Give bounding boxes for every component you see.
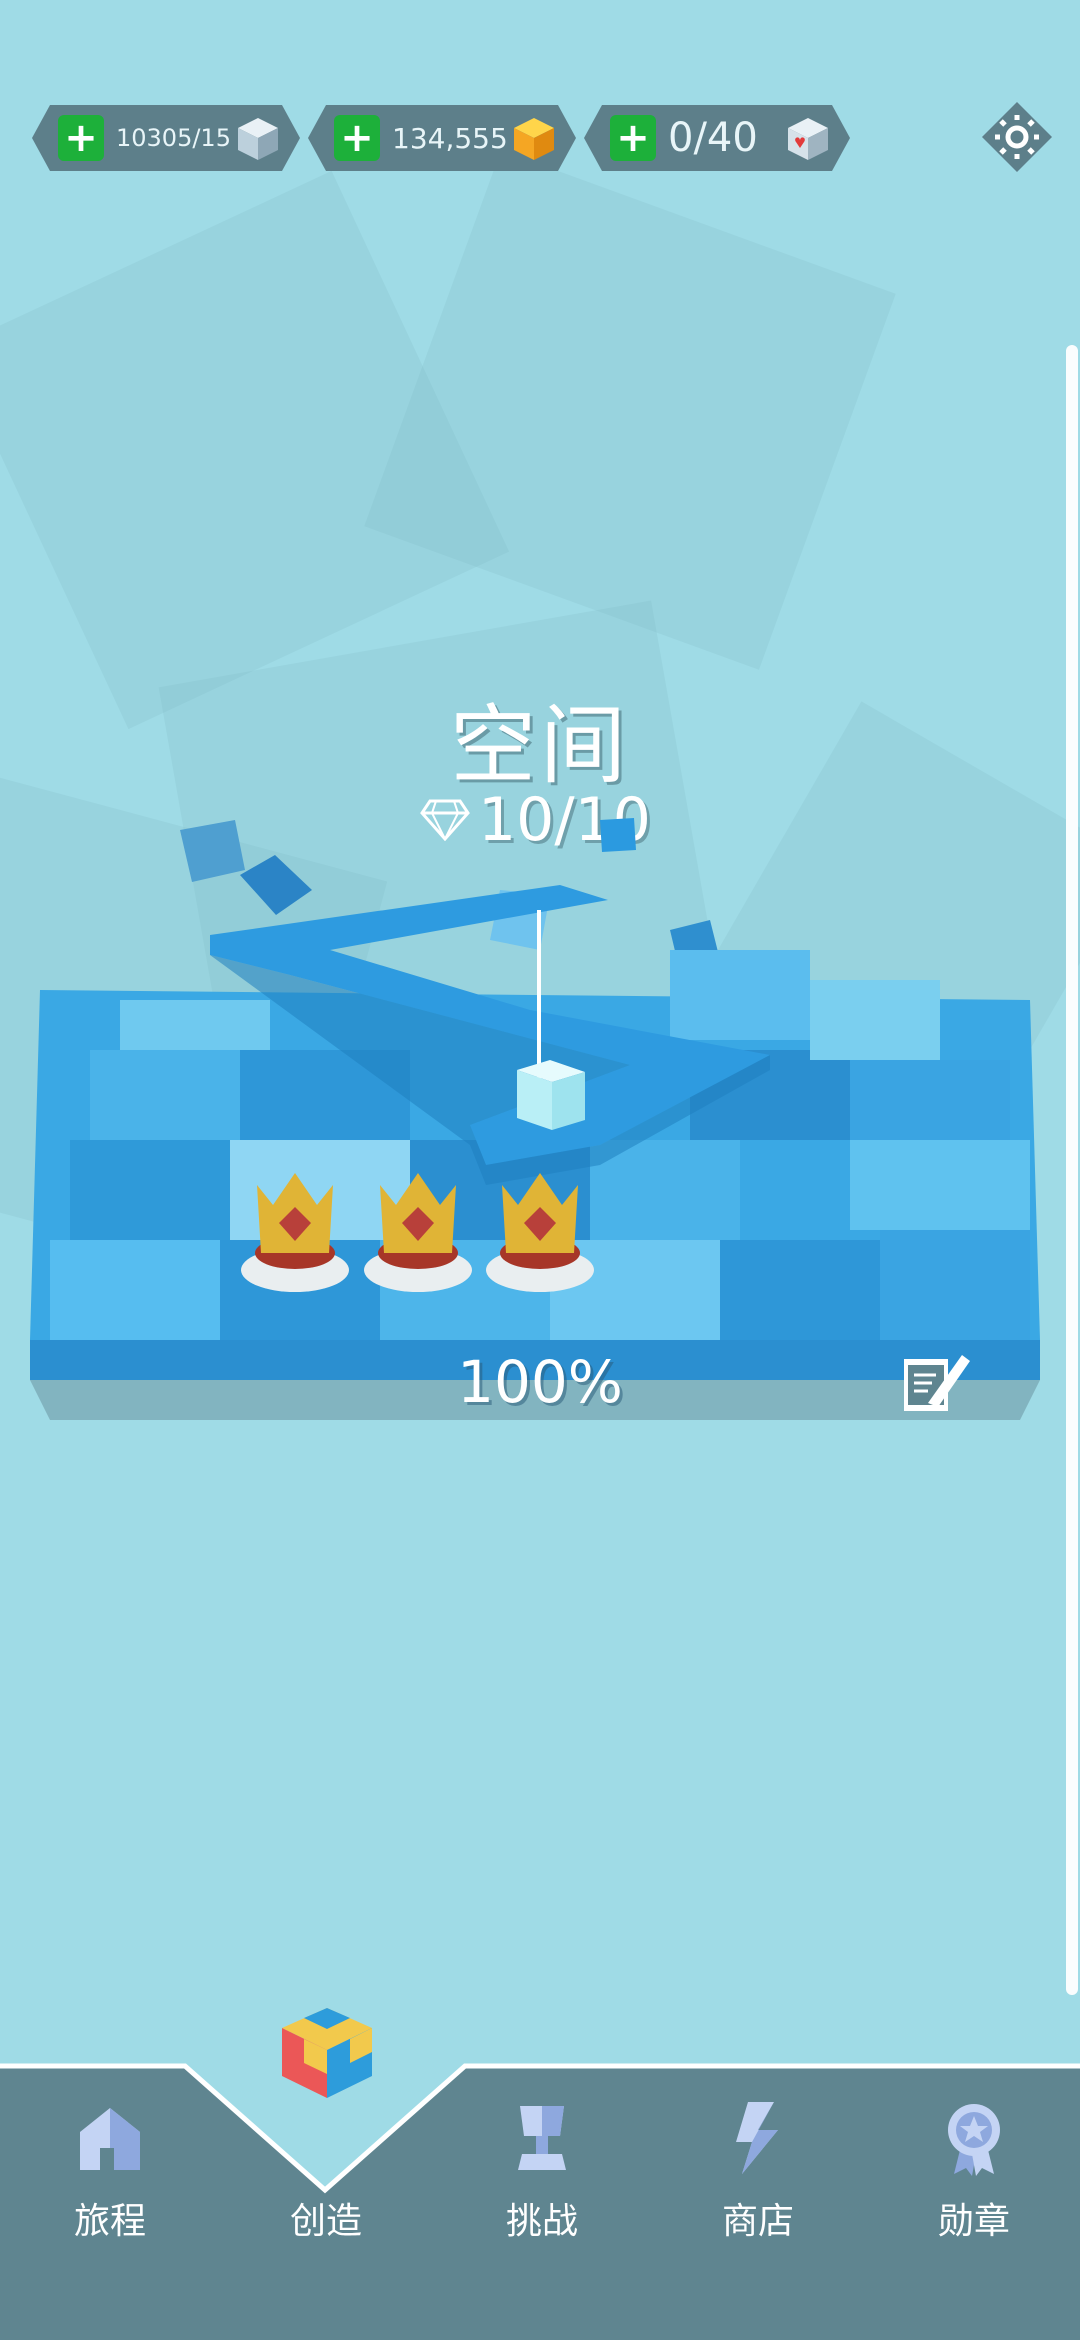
medal-icon (948, 2104, 1000, 2176)
add-gold-button[interactable]: + (334, 115, 380, 161)
gold-cube-icon (510, 114, 558, 162)
nav-item-medals[interactable]: 勋章 (866, 2060, 1080, 2340)
level-preview-board[interactable] (30, 800, 1050, 1440)
nav-label-journey: 旅程 (73, 2201, 146, 2242)
edit-level-button[interactable] (898, 1345, 974, 1421)
white-cube-icon (234, 114, 282, 162)
nav-item-shop[interactable]: 商店 (650, 2060, 866, 2340)
settings-button[interactable] (980, 100, 1054, 174)
color-cube-icon (282, 2008, 372, 2098)
gold-counter: + 134,555 (308, 105, 576, 171)
cube-counter: + 10305/15 (32, 105, 300, 171)
nav-item-challenge[interactable]: 挑战 (434, 2060, 650, 2340)
nav-label-challenge: 挑战 (505, 2201, 578, 2242)
nav-item-create[interactable]: 创造 (218, 2008, 434, 2340)
heart-cube-icon (784, 114, 832, 162)
bottom-nav: 旅程 创造 挑战 商店 勋章 (0, 2008, 1080, 2340)
add-cubes-button[interactable]: + (58, 115, 104, 161)
trophy-icon (518, 2106, 566, 2170)
heart-count: 0/40 (668, 115, 758, 161)
add-hearts-button[interactable]: + (610, 115, 656, 161)
crowns (241, 1173, 594, 1292)
house-icon (80, 2108, 140, 2170)
scrollbar[interactable] (1066, 345, 1078, 1995)
nav-label-create: 创造 (289, 2201, 362, 2242)
edit-icon (904, 1355, 970, 1411)
cube-count: 10305/15 (116, 124, 231, 152)
player-cube (517, 1060, 585, 1130)
top-bar: + 10305/15 + 134,555 + 0/40 (0, 0, 1080, 180)
nav-label-shop: 商店 (721, 2201, 794, 2242)
gold-count: 134,555 (392, 121, 508, 155)
nav-label-medals: 勋章 (937, 2201, 1010, 2242)
lightning-icon (736, 2102, 778, 2174)
nav-item-journey[interactable]: 旅程 (2, 2060, 218, 2340)
heart-counter: + 0/40 (584, 105, 850, 171)
level-title: 空间 (450, 696, 630, 796)
